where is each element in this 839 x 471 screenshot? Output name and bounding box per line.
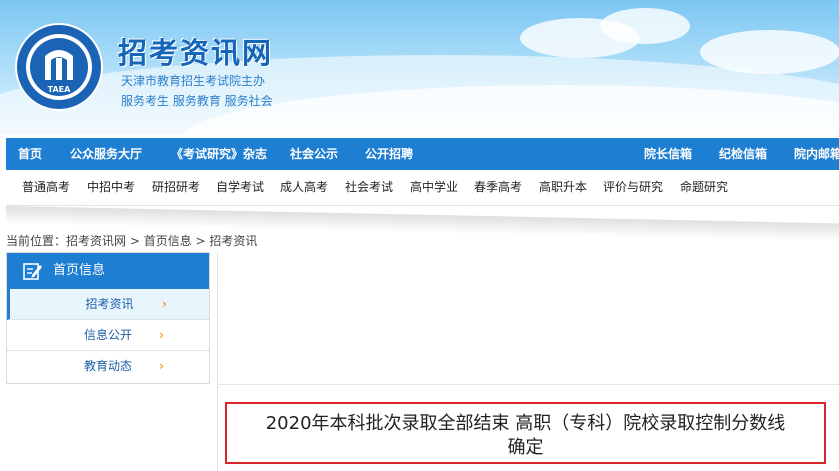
nav-item-internal-mailbox[interactable]: 院内邮箱 xyxy=(794,138,839,170)
subnav-item[interactable]: 社会考试 xyxy=(345,170,393,204)
nav-item-public-service[interactable]: 公众服务大厅 xyxy=(70,138,142,170)
site-subtitle: 天津市教育招生考试院主办 xyxy=(121,74,266,88)
taea-logo[interactable]: TAEA xyxy=(14,22,104,112)
site-slogan: 服务考生 服务教育 服务社会 xyxy=(121,94,273,108)
sidebar-header: 首页信息 xyxy=(7,253,209,289)
sidebar-item-label: 招考资讯 xyxy=(85,297,134,311)
subnav-item[interactable]: 普通高考 xyxy=(22,170,70,204)
site-name[interactable]: 招考资讯网 xyxy=(118,30,273,72)
breadcrumb-prefix: 当前位置： xyxy=(6,234,67,248)
article-title-box: 2020年本科批次录取全部结束 高职（专科）院校录取控制分数线确定 xyxy=(225,402,826,464)
sidebar-item-label: 教育动态 xyxy=(83,359,132,373)
subnav-item[interactable]: 高中学业 xyxy=(410,170,458,204)
breadcrumb-separator: > xyxy=(191,234,210,248)
breadcrumb-link-home[interactable]: 招考资讯网 xyxy=(66,234,126,248)
nav-item-president-mailbox[interactable]: 院长信箱 xyxy=(644,138,692,170)
nav-item-journal[interactable]: 《考试研究》杂志 xyxy=(171,138,267,170)
sidebar-item-info-disclosure[interactable]: 信息公开 › xyxy=(7,320,209,351)
subnav-item[interactable]: 成人高考 xyxy=(280,170,328,204)
breadcrumb: 当前位置：招考资讯网 > 首页信息 > 招考资讯 xyxy=(6,232,257,249)
article-title: 2020年本科批次录取全部结束 高职（专科）院校录取控制分数线确定 xyxy=(265,413,786,458)
chevron-right-icon: › xyxy=(162,297,167,311)
subnav-item[interactable]: 高职升本 xyxy=(539,170,587,204)
banner-cloud xyxy=(700,30,839,74)
subnav-item[interactable]: 春季高考 xyxy=(474,170,522,204)
breadcrumb-link-homepage-info[interactable]: 首页信息 xyxy=(144,234,192,248)
sidebar: 首页信息 招考资讯 › 信息公开 › 教育动态 › xyxy=(6,252,210,384)
chevron-right-icon: › xyxy=(159,359,164,373)
subnav-item[interactable]: 研招研考 xyxy=(152,170,200,204)
main-nav: 首页 公众服务大厅 《考试研究》杂志 社会公示 公开招聘 院长信箱 纪检信箱 院… xyxy=(6,138,839,170)
banner-cloud xyxy=(600,8,690,44)
sub-nav: 普通高考 中招中考 研招研考 自学考试 成人高考 社会考试 高中学业 春季高考 … xyxy=(6,170,839,206)
sidebar-item-education-news[interactable]: 教育动态 › xyxy=(7,351,209,382)
breadcrumb-separator: > xyxy=(126,234,144,248)
sidebar-item-admission-news[interactable]: 招考资讯 › xyxy=(7,289,209,320)
breadcrumb-current[interactable]: 招考资讯 xyxy=(209,234,257,248)
logo-text: TAEA xyxy=(48,85,71,94)
nav-item-home[interactable]: 首页 xyxy=(18,138,42,170)
sidebar-title: 首页信息 xyxy=(53,263,106,278)
edit-note-icon xyxy=(23,263,42,280)
nav-item-recruitment[interactable]: 公开招聘 xyxy=(365,138,413,170)
site-banner: TAEA 招考资讯网 天津市教育招生考试院主办 服务考生 服务教育 服务社会 xyxy=(0,0,839,135)
subnav-item[interactable]: 评价与研究 xyxy=(603,170,663,204)
nav-item-discipline-mailbox[interactable]: 纪检信箱 xyxy=(719,138,767,170)
subnav-item[interactable]: 命题研究 xyxy=(680,170,728,204)
nav-item-public-notice[interactable]: 社会公示 xyxy=(290,138,338,170)
content-top-border xyxy=(217,384,839,385)
subnav-item[interactable]: 中招中考 xyxy=(87,170,135,204)
sidebar-item-label: 信息公开 xyxy=(83,328,132,342)
subnav-item[interactable]: 自学考试 xyxy=(216,170,264,204)
chevron-right-icon: › xyxy=(159,328,164,342)
content-divider xyxy=(217,252,218,471)
